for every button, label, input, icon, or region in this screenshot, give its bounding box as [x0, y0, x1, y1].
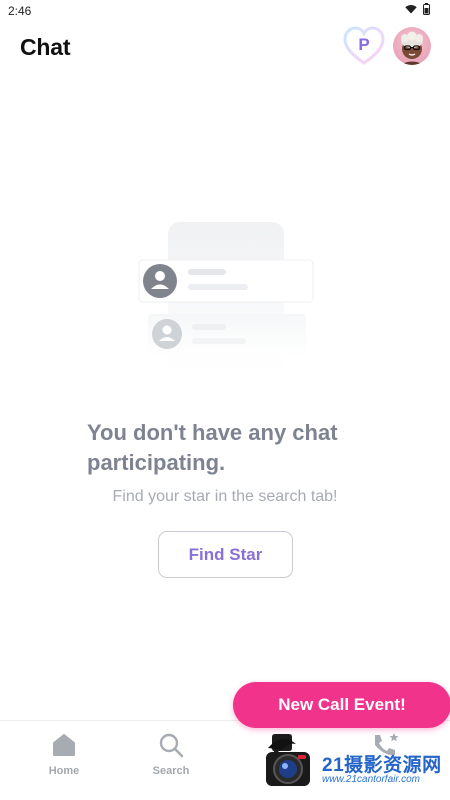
- status-icons: [405, 3, 430, 15]
- wifi-icon: [405, 4, 417, 14]
- camera-logo-icon: [266, 738, 310, 786]
- find-star-button[interactable]: Find Star: [158, 531, 293, 578]
- empty-state-title: You don't have any chat participating.: [87, 420, 338, 475]
- watermark-text: 21摄影资源网: [322, 755, 442, 776]
- battery-icon: [423, 3, 430, 15]
- empty-state-subtitle: Find your star in the search tab!: [112, 488, 338, 505]
- user-avatar-icon: [400, 31, 424, 65]
- status-bar: 2:46: [0, 0, 450, 22]
- empty-chat-illustration: [138, 222, 314, 372]
- watermark: 21摄影资源网 www.21cantorfair.com: [262, 728, 450, 796]
- nav-item-search[interactable]: Search: [136, 731, 206, 777]
- nav-label-home: Home: [48, 765, 80, 777]
- page-title: Chat: [20, 34, 71, 60]
- status-time: 2:46: [8, 4, 32, 18]
- home-icon: [53, 734, 75, 756]
- premium-badge-letter: P: [358, 35, 370, 54]
- search-icon: [159, 733, 184, 758]
- premium-badge[interactable]: P: [343, 26, 385, 66]
- nav-item-home[interactable]: Home: [29, 731, 99, 777]
- new-call-event-button[interactable]: New Call Event!: [233, 682, 450, 728]
- watermark-url: www.21cantorfair.com: [322, 774, 420, 785]
- avatar[interactable]: [393, 27, 431, 65]
- nav-label-search: Search: [152, 765, 190, 777]
